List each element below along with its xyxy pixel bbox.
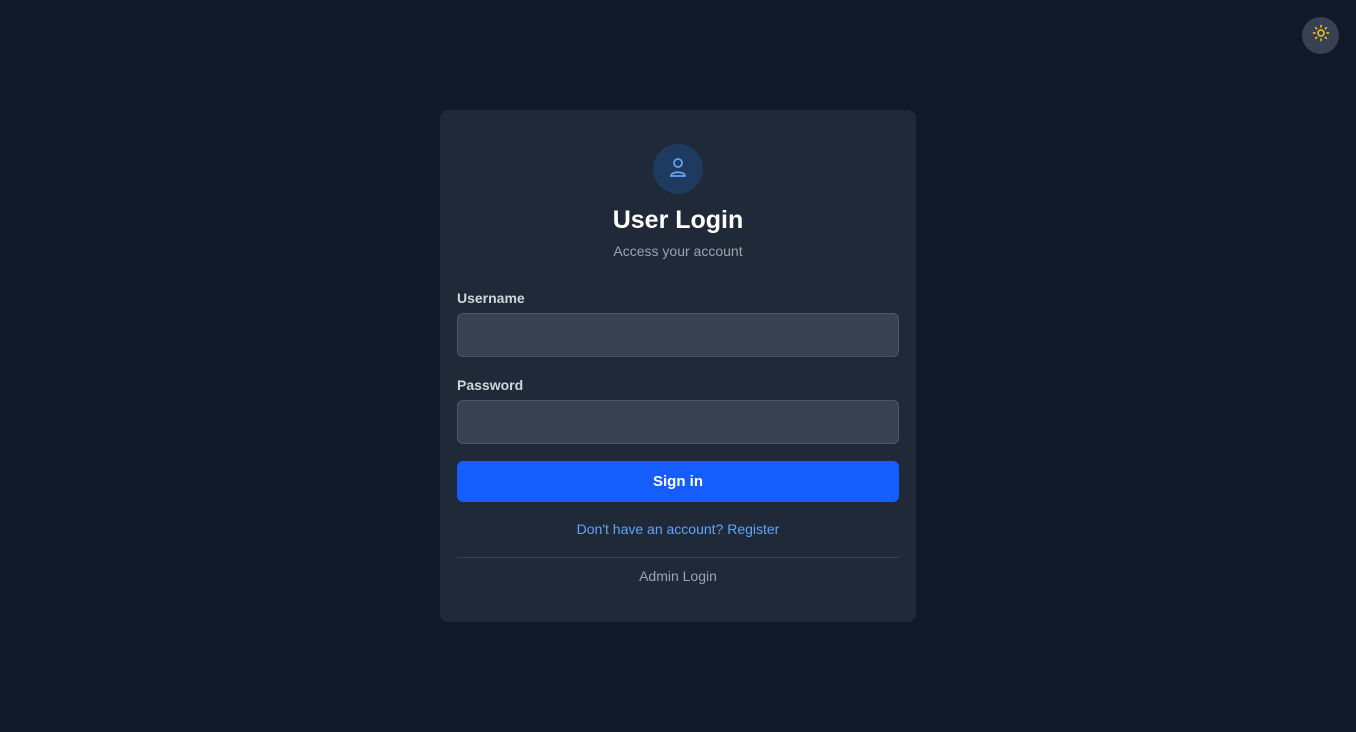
sun-icon bbox=[1312, 24, 1330, 47]
admin-login-link[interactable]: Admin Login bbox=[440, 568, 916, 584]
password-label: Password bbox=[457, 377, 524, 393]
user-icon bbox=[668, 156, 688, 183]
page-subtitle: Access your account bbox=[613, 243, 743, 259]
page-title: User Login bbox=[612, 206, 744, 234]
username-label: Username bbox=[457, 290, 525, 306]
sign-in-button[interactable]: Sign in bbox=[457, 461, 899, 502]
theme-toggle-button[interactable] bbox=[1302, 17, 1339, 54]
register-link[interactable]: Don't have an account? Register bbox=[440, 521, 916, 537]
username-input[interactable] bbox=[457, 313, 899, 357]
login-card: User Login Access your account Username … bbox=[440, 110, 916, 622]
password-input[interactable] bbox=[457, 400, 899, 444]
avatar bbox=[653, 144, 703, 194]
divider bbox=[457, 557, 899, 558]
